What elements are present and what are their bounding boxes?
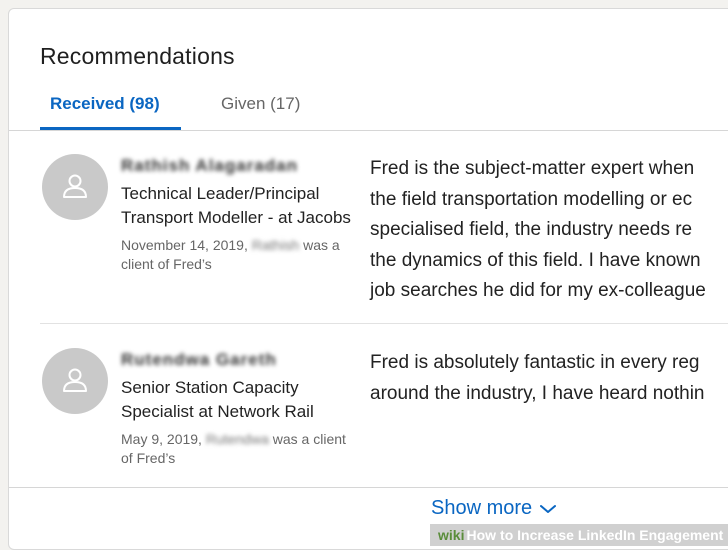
show-more-button[interactable]: Show more xyxy=(431,497,557,520)
person-icon xyxy=(63,174,87,198)
recommendation-text-line: job searches he did for my ex-colleague xyxy=(370,280,706,301)
watermark-text: to Increase LinkedIn Engagement xyxy=(500,527,724,543)
recommendation-text: Fred is absolutely fantastic in every re… xyxy=(370,348,728,409)
show-more-label: Show more xyxy=(431,497,533,519)
recommender-name[interactable]: Rathish Alagaradan xyxy=(121,156,298,176)
recommendation-date: November 14, 2019, Rathish was a client … xyxy=(121,236,351,274)
section-title: Recommendations xyxy=(40,43,235,69)
recommender-meta: Rathish Alagaradan Technical Leader/Prin… xyxy=(121,156,351,274)
tabs-divider xyxy=(9,130,728,131)
date-text: November 14, 2019, xyxy=(121,237,248,253)
recommendation-date: May 9, 2019, Rutendwa was a client of Fr… xyxy=(121,430,351,468)
footer-divider xyxy=(9,487,728,488)
avatar[interactable] xyxy=(42,348,108,414)
recommendation-text-line: around the industry, I have heard nothin xyxy=(370,382,705,404)
recommendation-divider xyxy=(40,323,728,324)
relation-who: Rutendwa xyxy=(205,431,269,447)
recommendation-text-line: the dynamics of this field. I have known xyxy=(370,249,701,271)
recommender-name[interactable]: Rutendwa Gareth xyxy=(121,350,277,370)
avatar[interactable] xyxy=(42,154,108,220)
chevron-down-icon xyxy=(540,504,557,513)
recommendations-card: Recommendations Received (98) Given (17)… xyxy=(8,8,728,550)
person-icon xyxy=(63,368,87,392)
recommender-role: Technical Leader/Principal Transport Mod… xyxy=(121,184,351,227)
relation-who: Rathish xyxy=(251,237,300,253)
recommendation-text-line: specialised field, the industry needs re xyxy=(370,219,693,240)
wikihow-watermark: wiki How to Increase LinkedIn Engagement xyxy=(430,524,728,546)
recommender-role: Senior Station Capacity Specialist at Ne… xyxy=(121,378,314,421)
date-text: May 9, 2019, xyxy=(121,431,202,447)
tab-given[interactable]: Given (17) xyxy=(211,93,310,129)
recommendation-text-line: Fred is absolutely fantastic in every re… xyxy=(370,352,700,373)
recommendation-text-line: the field transportation modelling or ec xyxy=(370,188,693,210)
watermark-how: How xyxy=(466,527,497,543)
tabs: Received (98) Given (17) xyxy=(40,93,728,131)
watermark-wiki: wiki xyxy=(438,527,465,543)
tab-received[interactable]: Received (98) xyxy=(40,93,170,129)
recommendation-text-line: Fred is the subject-matter expert when xyxy=(370,158,695,179)
recommendation-text: Fred is the subject-matter expert when t… xyxy=(370,154,728,307)
recommender-meta: Rutendwa Gareth Senior Station Capacity … xyxy=(121,350,351,468)
